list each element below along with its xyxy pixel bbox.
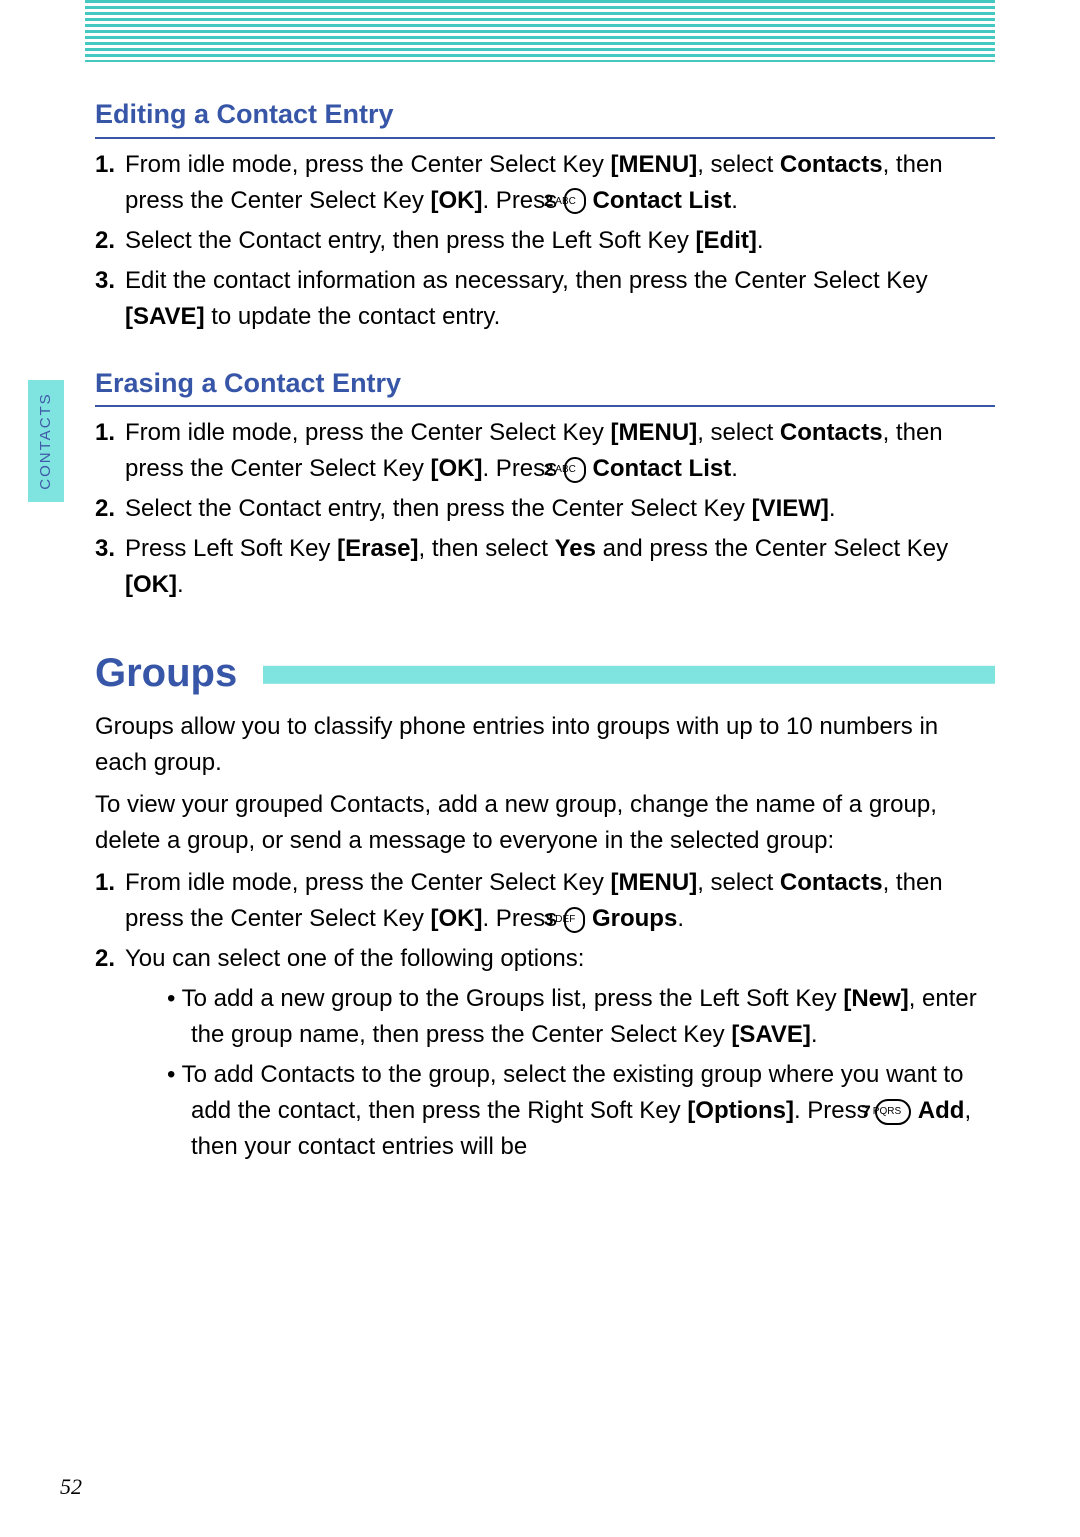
page-content: Editing a Contact Entry 1.From idle mode… xyxy=(95,0,995,1165)
groups-option-new: To add a new group to the Groups list, p… xyxy=(125,981,995,1053)
section-title-groups: Groups xyxy=(95,643,995,703)
key-2abc-icon: 2ABC xyxy=(564,188,586,214)
erasing-step-2: 2.Select the Contact entry, then press t… xyxy=(95,491,995,527)
erasing-steps: 1.From idle mode, press the Center Selec… xyxy=(95,415,995,603)
erasing-step-1: 1.From idle mode, press the Center Selec… xyxy=(95,415,995,487)
groups-intro-2: To view your grouped Contacts, add a new… xyxy=(95,787,995,859)
key-7pqrs-icon: 7PQRS xyxy=(875,1099,911,1125)
header-decoration xyxy=(85,0,995,62)
editing-step-3: 3.Edit the contact information as necess… xyxy=(95,263,995,335)
erasing-step-3: 3.Press Left Soft Key [Erase], then sele… xyxy=(95,531,995,603)
subheading-erasing: Erasing a Contact Entry xyxy=(95,363,995,408)
manual-page: CONTACTS Editing a Contact Entry 1.From … xyxy=(0,0,1080,1537)
groups-intro-1: Groups allow you to classify phone entri… xyxy=(95,709,995,781)
section-tab-contacts: CONTACTS xyxy=(28,380,64,502)
subheading-editing: Editing a Contact Entry xyxy=(95,94,995,139)
key-3def-icon: 3DEF xyxy=(564,907,585,933)
groups-steps: 1.From idle mode, press the Center Selec… xyxy=(95,865,995,1165)
groups-step-2: 2.You can select one of the following op… xyxy=(95,941,995,1165)
groups-options: To add a new group to the Groups list, p… xyxy=(125,981,995,1165)
editing-step-1: 1.From idle mode, press the Center Selec… xyxy=(95,147,995,219)
editing-step-2: 2.Select the Contact entry, then press t… xyxy=(95,223,995,259)
groups-option-add: To add Contacts to the group, select the… xyxy=(125,1057,995,1165)
key-2abc-icon: 2ABC xyxy=(564,457,586,483)
page-number: 52 xyxy=(60,1470,82,1503)
groups-step-1: 1.From idle mode, press the Center Selec… xyxy=(95,865,995,937)
editing-steps: 1.From idle mode, press the Center Selec… xyxy=(95,147,995,335)
section-tab-label: CONTACTS xyxy=(35,392,58,489)
